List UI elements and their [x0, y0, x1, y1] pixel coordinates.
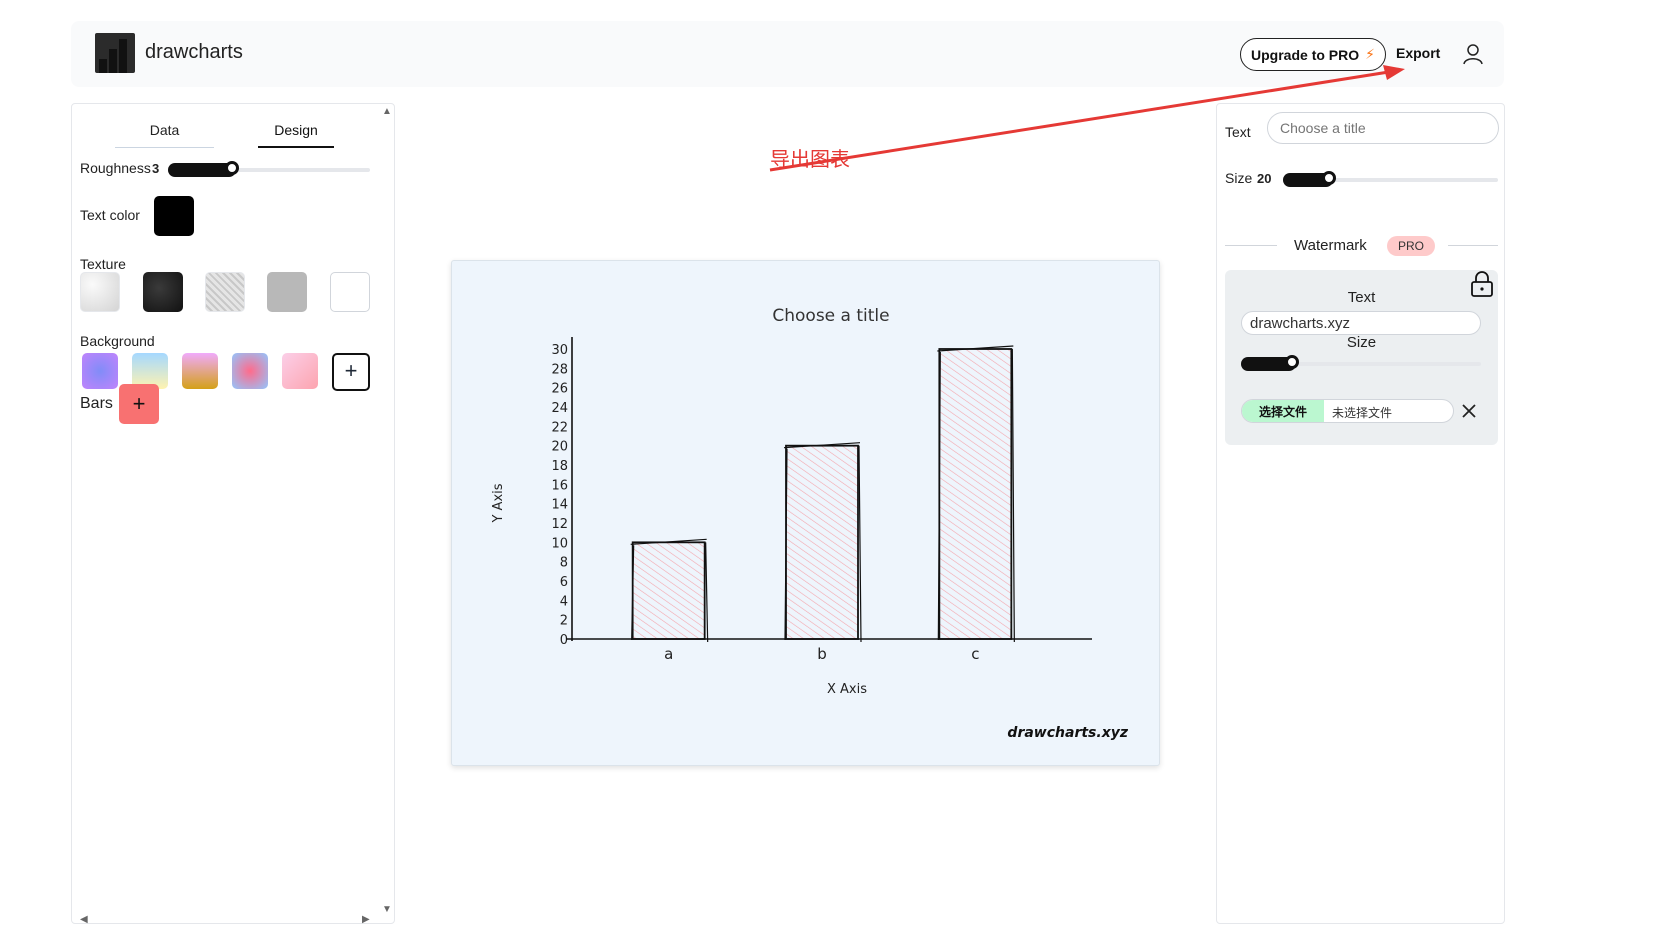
bar-c: [938, 348, 1013, 640]
y-tick-label: 26: [551, 382, 568, 397]
file-status-text: 未选择文件: [1332, 406, 1393, 420]
x-tick-label: a: [664, 645, 673, 663]
y-tick-label: 22: [551, 420, 568, 435]
y-tick-label: 20: [551, 440, 568, 455]
y-tick-label: 4: [560, 594, 568, 609]
divider-right: [1448, 245, 1498, 246]
y-tick-label: 30: [551, 343, 568, 358]
y-tick-label: 28: [551, 362, 568, 377]
x-axis-label: X Axis: [827, 682, 867, 697]
y-tick-label: 10: [551, 536, 568, 551]
watermark-heading: Watermark: [1294, 237, 1367, 254]
x-tick-label: c: [971, 645, 979, 663]
y-tick-label: 6: [560, 575, 568, 590]
divider-left: [1225, 245, 1277, 246]
watermark-settings: Text Size 选择文件 未选择文件: [1225, 270, 1498, 445]
bar-b: [785, 444, 859, 640]
y-tick-label: 8: [560, 556, 568, 571]
watermark-image-file-input[interactable]: 选择文件 未选择文件: [1241, 399, 1454, 423]
y-tick-label: 18: [551, 459, 568, 474]
y-tick-label: 0: [560, 633, 568, 648]
bar-chart: 024681012141618202224262830 abc Choose a…: [491, 306, 1129, 741]
annotation-arrow-head: [1383, 65, 1405, 80]
size-value: 20: [1257, 171, 1272, 186]
choose-file-button[interactable]: 选择文件: [1242, 400, 1324, 422]
watermark-text-label: Text: [1347, 289, 1376, 306]
title-input[interactable]: [1267, 112, 1499, 144]
y-tick-label: 16: [551, 478, 568, 493]
chart-canvas: 0 2 4 6 8 10 12 14 16 18 20 22 24 26 28 30 abc Choose a…: [451, 260, 1160, 766]
watermark-size-slider[interactable]: [1241, 355, 1481, 371]
title-size-slider[interactable]: [1283, 171, 1498, 187]
watermark-size-slider-handle[interactable]: [1285, 355, 1299, 369]
chart-title: Choose a title: [772, 306, 889, 326]
title-settings-panel: Text Size 20 Watermark PRO Text Size 选择文…: [1216, 103, 1505, 924]
y-tick-label: 12: [551, 517, 568, 532]
y-tick-label: 2: [560, 614, 568, 629]
y-tick-label: 14: [551, 498, 568, 513]
y-axis-label: Y Axis: [491, 483, 506, 523]
size-label: Size: [1225, 170, 1253, 186]
chart-watermark: drawcharts.xyz: [1007, 725, 1128, 741]
pro-badge: PRO: [1387, 236, 1435, 256]
title-size-slider-handle[interactable]: [1322, 171, 1336, 185]
annotation-text: 导出图表: [770, 149, 850, 171]
watermark-size-label: Size: [1346, 334, 1377, 351]
text-label: Text: [1225, 124, 1251, 140]
bar-a: [631, 541, 706, 640]
y-tick-label: 24: [551, 401, 568, 416]
watermark-text-input[interactable]: [1241, 311, 1481, 335]
close-icon[interactable]: [1460, 402, 1478, 420]
x-tick-label: b: [817, 645, 827, 663]
